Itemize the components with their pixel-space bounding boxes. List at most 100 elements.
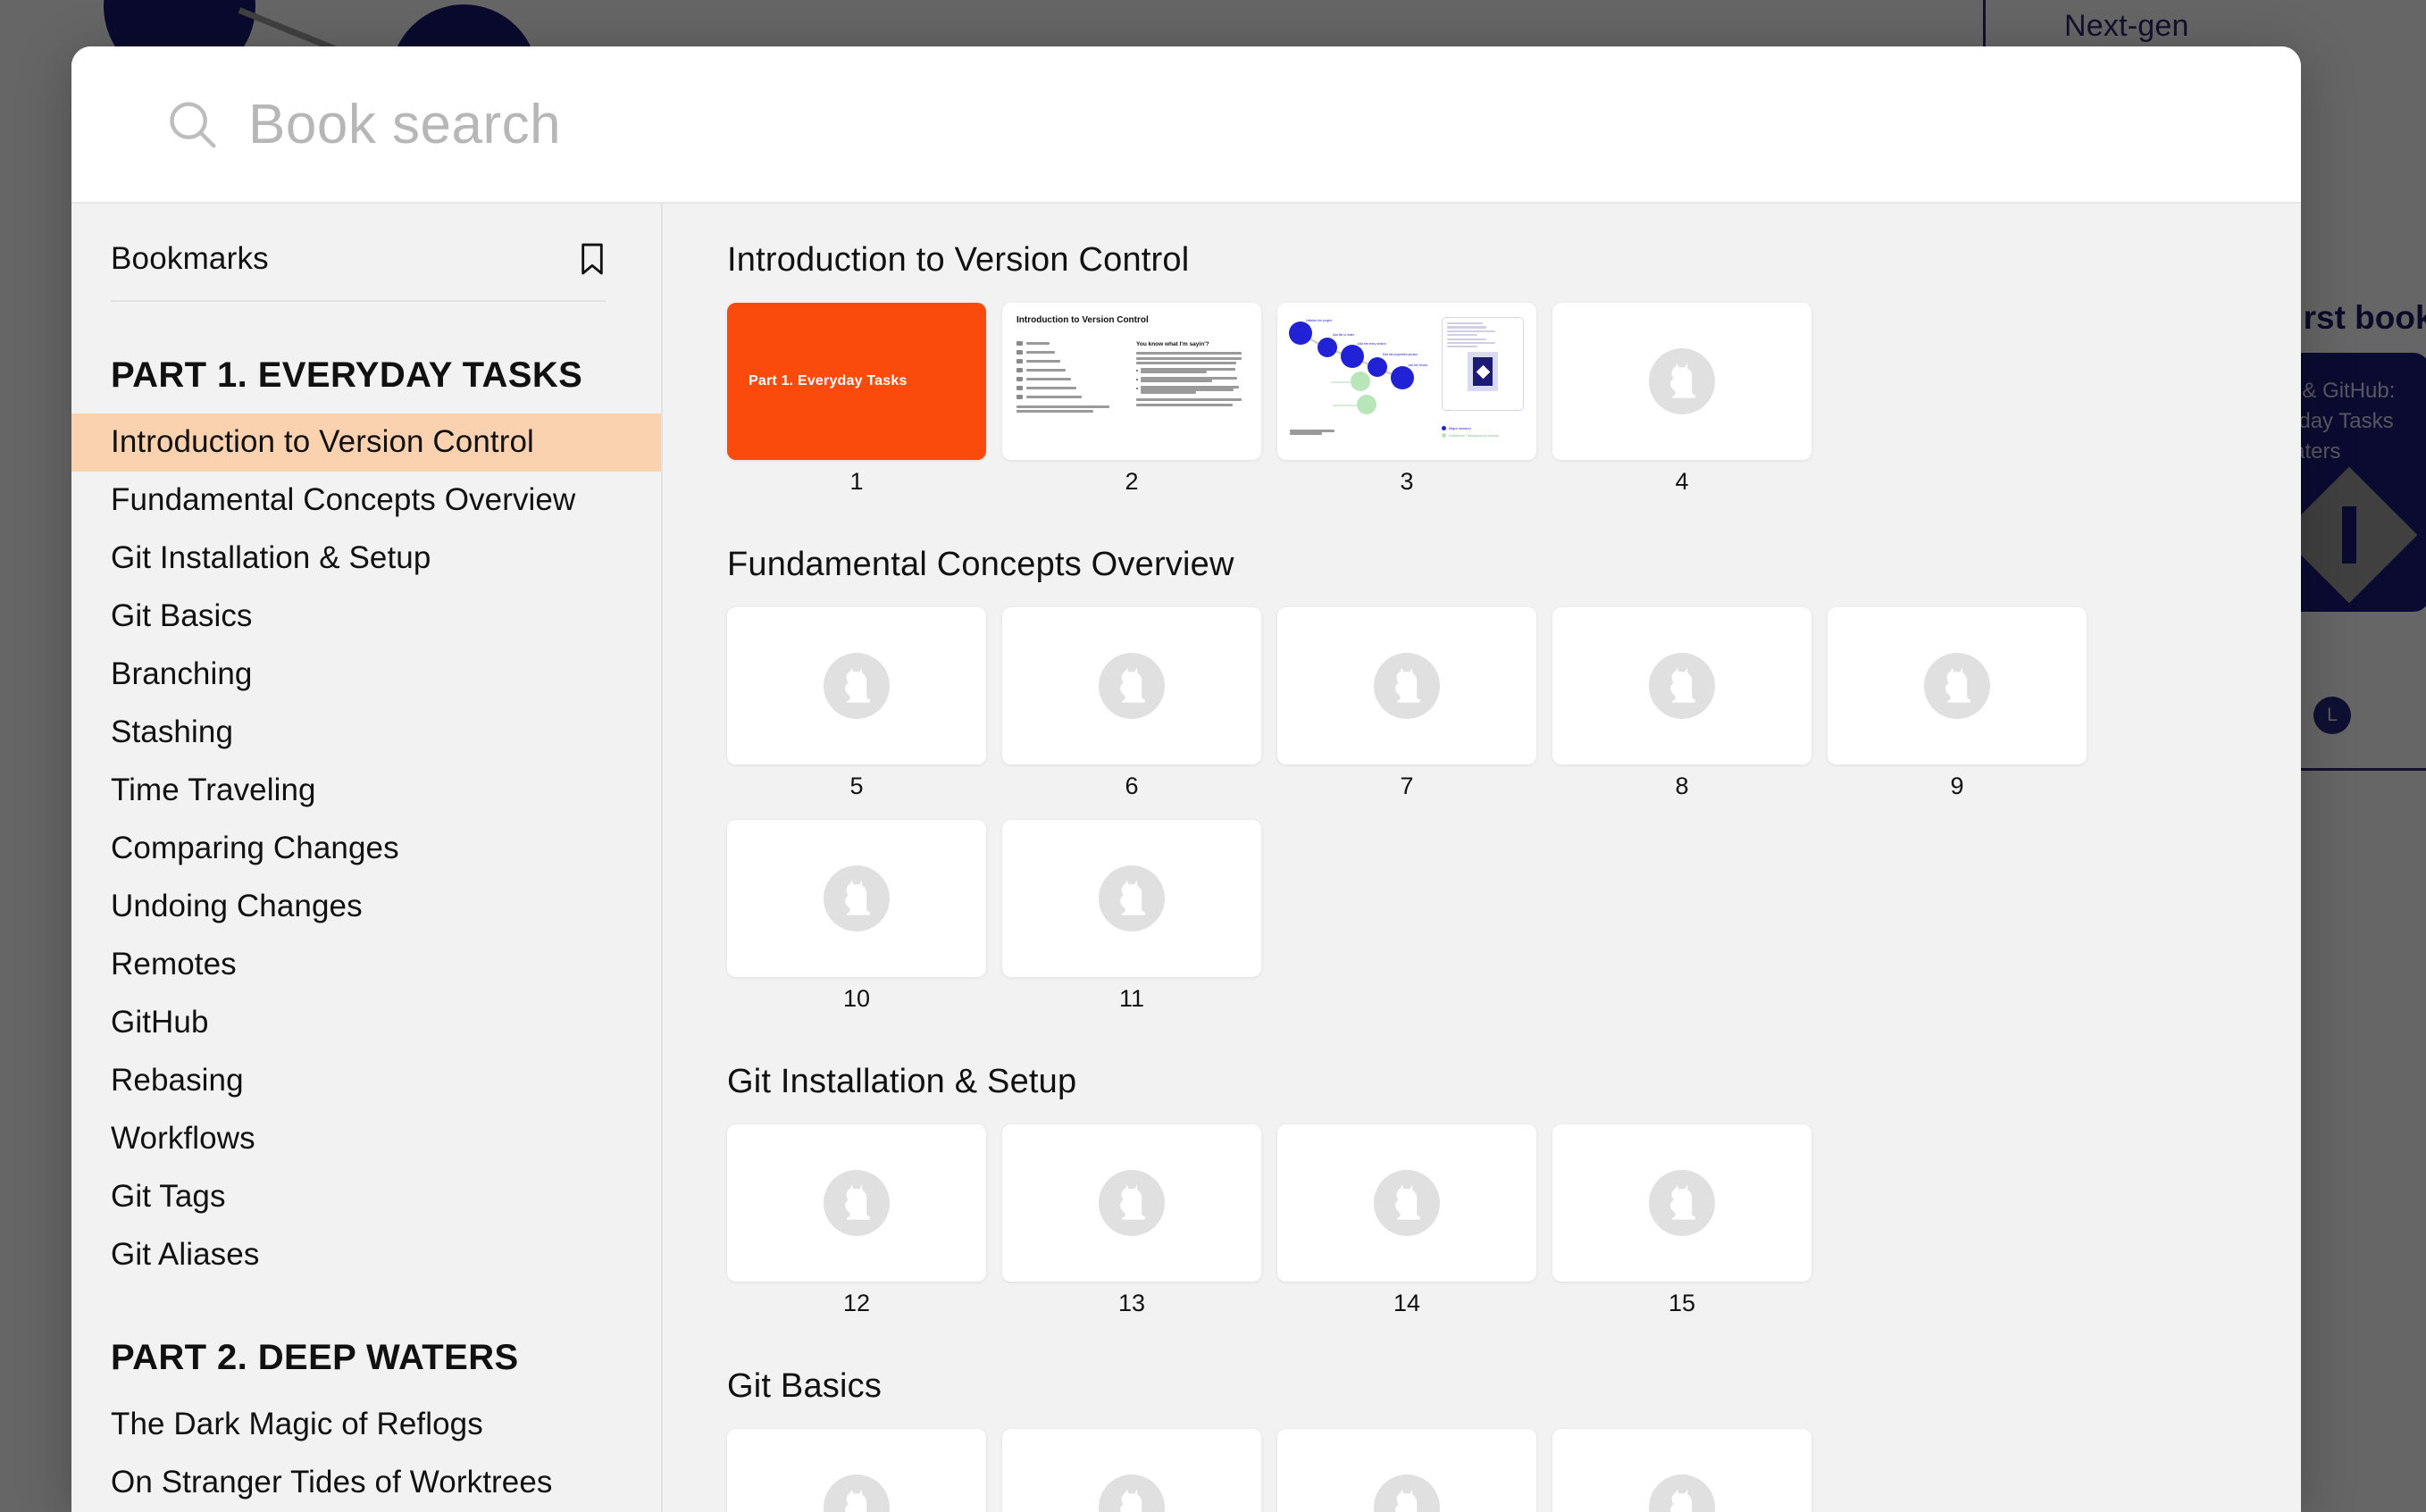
cat-placeholder-icon — [1924, 653, 1990, 719]
page-thumbnail-cell: 6 — [1002, 607, 1261, 800]
page-number: 1 — [849, 468, 864, 495]
sidebar-item-rebasing[interactable]: Rebasing — [71, 1052, 661, 1110]
page-number: 8 — [1675, 773, 1689, 799]
sidebar-item-fundamental-concepts-overview[interactable]: Fundamental Concepts Overview — [71, 472, 661, 530]
page-thumbnail[interactable] — [1002, 820, 1261, 977]
graph-node — [1318, 338, 1337, 357]
folder-icon — [1016, 350, 1023, 355]
text-line-placeholder — [1136, 352, 1242, 355]
page-thumbnail[interactable]: Initialize the project Add file to index A… — [1277, 303, 1536, 460]
cat-placeholder-icon — [1649, 348, 1715, 414]
file-list-item — [1016, 350, 1124, 355]
page-thumbnail-cell: 16 — [727, 1429, 986, 1512]
book-cover-diamond-icon — [1476, 364, 1490, 380]
text-line-placeholder — [1141, 380, 1212, 382]
page-thumbnail-cell: Introduction to Version Control You know … — [1002, 303, 1261, 496]
page-number: 7 — [1400, 773, 1414, 799]
page-thumbnail[interactable] — [1277, 607, 1536, 764]
text-line-placeholder — [1026, 369, 1066, 372]
graph-node-label: Edit the properties section — [1383, 353, 1418, 356]
chapter-section: Introduction to Version Control Part 1. E… — [727, 241, 2301, 496]
sidebar-item-remotes[interactable]: Remotes — [71, 936, 661, 994]
text-line-placeholder — [1026, 360, 1060, 363]
page-thumbnail[interactable] — [727, 1124, 986, 1282]
graph-node-label: Add the entry section — [1358, 342, 1386, 346]
page-thumbnail[interactable] — [727, 607, 986, 764]
sidebar-item-the-dark-magic-of-reflogs[interactable]: The Dark Magic of Reflogs — [71, 1396, 661, 1454]
page-thumbnail[interactable] — [1552, 303, 1811, 460]
cat-placeholder-icon — [1099, 1474, 1165, 1512]
page-thumbnail[interactable] — [1002, 1429, 1261, 1512]
panel-line — [1447, 330, 1495, 332]
page-number: 11 — [1118, 985, 1145, 1012]
modal-body: Bookmarks PART 1. EVERYDAY TASKS Introduc… — [71, 204, 2301, 1512]
page-thumbnail[interactable] — [1002, 607, 1261, 764]
sidebar-part-title: PART 2. DEEP WATERS — [111, 1338, 519, 1377]
folder-icon — [1016, 377, 1023, 381]
text-line-placeholder — [1290, 432, 1322, 435]
panel-line — [1447, 346, 1477, 348]
page-thumbnail[interactable] — [1277, 1429, 1536, 1512]
page-thumbnail[interactable] — [727, 820, 986, 977]
graph-node-label: Join the forces — [1408, 363, 1428, 367]
bookmarks-row[interactable]: Bookmarks — [111, 241, 606, 302]
sidebar-item-branching[interactable]: Branching — [71, 646, 661, 704]
sidebar-item-stashing[interactable]: Stashing — [71, 704, 661, 762]
cat-placeholder-icon — [1099, 865, 1165, 931]
text-line-placeholder — [1136, 362, 1236, 364]
page-thumbnail-cell: 14 — [1277, 1124, 1536, 1317]
text-line-placeholder — [1026, 342, 1050, 345]
page-thumbnail[interactable] — [1552, 1429, 1811, 1512]
page-thumbnail[interactable]: Introduction to Version Control You know … — [1002, 303, 1261, 460]
page-thumbnail-panel[interactable]: Introduction to Version Control Part 1. E… — [663, 204, 2301, 1512]
page-thumbnail[interactable] — [1552, 1124, 1811, 1282]
cat-placeholder-icon — [1649, 1170, 1715, 1236]
page-thumbnail[interactable] — [1002, 1124, 1261, 1282]
sidebar-item-git-tags[interactable]: Git Tags — [71, 1168, 661, 1226]
sidebar-item-time-traveling[interactable]: Time Traveling — [71, 762, 661, 820]
page-thumbnail[interactable]: Part 1. Everyday Tasks — [727, 303, 986, 460]
bookmarks-label: Bookmarks — [111, 241, 269, 276]
slide-columns: You know what I'm sayin'? — [1016, 341, 1247, 414]
cat-placeholder-icon — [1374, 653, 1440, 719]
panel-line — [1447, 334, 1477, 337]
thumbnail-grid: Part 1. Everyday Tasks 1 Introduction to V… — [727, 303, 2301, 496]
page-number: 13 — [1117, 1290, 1146, 1316]
page-thumbnail-cell: 15 — [1552, 1124, 1811, 1317]
text-line-placeholder — [1141, 371, 1207, 373]
cat-placeholder-icon — [1099, 1170, 1165, 1236]
page-thumbnail-cell: 4 — [1552, 303, 1811, 496]
sidebar-item-git-basics[interactable]: Git Basics — [71, 588, 661, 646]
page-thumbnail[interactable] — [1552, 607, 1811, 764]
chapter-section-title: Git Installation & Setup — [727, 1063, 1077, 1100]
page-thumbnail-cell: 7 — [1277, 607, 1536, 800]
sidebar-item-git-aliases[interactable]: Git Aliases — [71, 1226, 661, 1284]
sidebar-item-git-installation-setup[interactable]: Git Installation & Setup — [71, 530, 661, 588]
app-preview-panel — [1442, 317, 1524, 411]
search-input[interactable] — [248, 92, 1499, 156]
thumbnail-grid: 12 13 14 15 — [727, 1124, 2301, 1317]
cat-placeholder-icon — [1099, 653, 1165, 719]
chapter-section-title: Fundamental Concepts Overview — [727, 546, 1234, 583]
legend-swatch — [1442, 433, 1446, 438]
sidebar-item-workflows[interactable]: Workflows — [71, 1110, 661, 1168]
bullet-item — [1136, 368, 1243, 373]
bullet-dot — [1136, 378, 1138, 380]
page-thumbnail[interactable] — [1277, 1124, 1536, 1282]
graph-node-label: Add file to index — [1333, 333, 1355, 337]
sidebar-item-github[interactable]: GitHub — [71, 994, 661, 1052]
chapter-section-title: Git Basics — [727, 1367, 883, 1405]
sidebar-item-undoing-changes[interactable]: Undoing Changes — [71, 878, 661, 936]
text-line-placeholder — [1026, 396, 1082, 398]
legend-entry: Major session — [1442, 426, 1524, 430]
cat-placeholder-icon — [824, 1474, 890, 1512]
sidebar-item-on-stranger-tides-of-worktrees[interactable]: On Stranger Tides of Worktrees — [71, 1454, 661, 1512]
chapter-nav-list: PART 1. EVERYDAY TASKS Introduction to Ve… — [71, 355, 661, 1512]
sidebar-item-introduction-to-version-control[interactable]: Introduction to Version Control — [71, 414, 661, 472]
sidebar-item-comparing-changes[interactable]: Comparing Changes — [71, 820, 661, 878]
folder-icon — [1016, 395, 1023, 399]
page-thumbnail[interactable] — [727, 1429, 986, 1512]
page-number: 5 — [849, 773, 864, 799]
page-thumbnail[interactable] — [1828, 607, 2087, 764]
bookmark-icon[interactable] — [579, 242, 606, 276]
